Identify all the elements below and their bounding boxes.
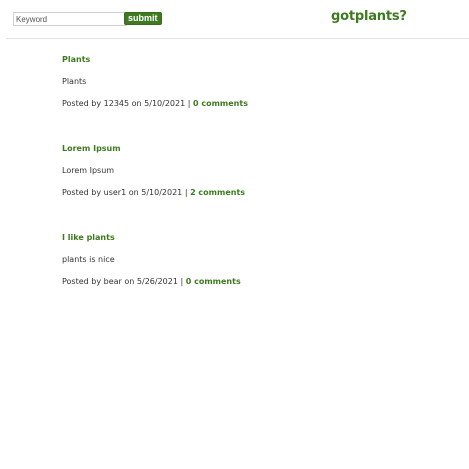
post-author: user1 [103,188,127,197]
on-label: on [128,188,139,197]
site-logo-link[interactable]: gotplants? [331,9,407,24]
post-body: plants is nice [62,255,115,264]
post-date: 5/10/2021 [144,99,186,108]
post-meta: Posted by user1 on 5/10/2021 | 2 comment… [62,187,442,199]
on-label: on [131,99,142,108]
meta-separator: | [180,277,184,286]
post-item: Plants Plants Posted by 12345 on 5/10/20… [62,54,442,143]
search-input[interactable] [13,12,127,26]
post-item: Lorem Ipsum Lorem Ipsum Posted by user1 … [62,143,442,232]
site-header: submit gotplants? [6,0,469,39]
meta-separator: | [187,99,191,108]
post-body: Lorem Ipsum [62,166,115,175]
comments-link[interactable]: 0 comments [193,99,248,108]
post-title-link[interactable]: Plants [62,54,90,66]
submit-button[interactable]: submit [124,12,162,25]
post-list: Plants Plants Posted by 12345 on 5/10/20… [62,54,442,321]
post-title-link[interactable]: Lorem Ipsum [62,143,121,155]
comments-link[interactable]: 0 comments [186,277,241,286]
post-date: 5/10/2021 [141,188,183,197]
post-author: 12345 [103,99,130,108]
posted-by-label: Posted by [62,188,102,197]
posted-by-label: Posted by [62,99,102,108]
comments-link[interactable]: 2 comments [190,188,245,197]
post-meta: Posted by 12345 on 5/10/2021 | 0 comment… [62,98,442,110]
on-label: on [124,277,135,286]
meta-separator: | [184,188,188,197]
posted-by-label: Posted by [62,277,102,286]
post-date: 5/26/2021 [136,277,178,286]
post-title-link[interactable]: I like plants [62,232,115,244]
post-body: Plants [62,77,87,86]
post-meta: Posted by bear on 5/26/2021 | 0 comments [62,276,442,288]
post-author: bear [103,277,122,286]
post-item: I like plants plants is nice Posted by b… [62,232,442,321]
